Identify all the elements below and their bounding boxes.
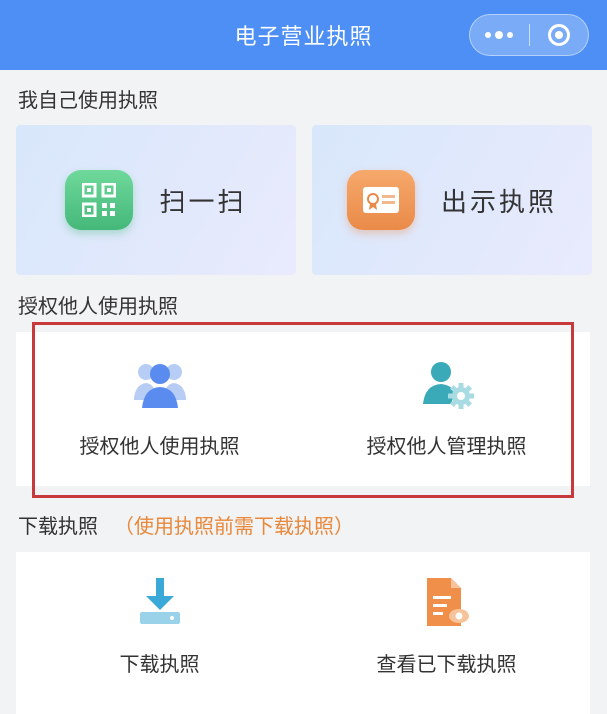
download-label: 下载执照 [119, 652, 200, 676]
download-section-title: 下载执照 [18, 514, 98, 538]
page-title: 电子营业执照 [234, 25, 373, 50]
scan-card[interactable]: 扫一扫 [16, 125, 296, 275]
download-panel: 下载执照 查看已下载执照 [16, 552, 590, 714]
navbar: 电子营业执照 [0, 0, 607, 70]
view-downloaded-item[interactable]: 查看已下载执照 [303, 552, 590, 714]
view-downloaded-label: 查看已下载执照 [376, 652, 517, 676]
more-dots-icon [485, 31, 514, 39]
scan-card-label: 扫一扫 [159, 187, 247, 218]
capsule-menu [469, 14, 589, 56]
download-item[interactable]: 下载执照 [16, 552, 303, 714]
section-title-authorize: 授权他人使用执照 [18, 294, 178, 318]
show-license-label: 出示执照 [440, 187, 557, 218]
show-license-card[interactable]: 出示执照 [312, 125, 592, 275]
section-title-download: 下载执照 （使用执照前需下载执照） [18, 510, 354, 539]
section-title-self: 我自己使用执照 [18, 88, 158, 112]
download-note: （使用执照前需下载执照） [114, 514, 354, 538]
license-card-icon [346, 170, 415, 230]
qr-code-icon [65, 170, 134, 230]
download-icon [139, 578, 180, 624]
target-circle-icon [547, 24, 570, 46]
highlight-box [32, 322, 574, 498]
close-button[interactable] [530, 15, 589, 55]
more-button[interactable] [470, 15, 529, 55]
document-view-icon [426, 578, 469, 626]
